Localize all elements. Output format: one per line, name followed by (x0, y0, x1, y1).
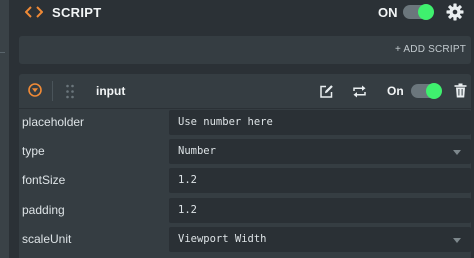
script-card: input On placeholder Use number here typ… (19, 74, 471, 258)
script-card-header: input On (19, 74, 471, 109)
script-panel-header: SCRIPT ON (9, 0, 474, 24)
script-toggle-label: On (387, 84, 404, 98)
field-value: 1.2 (178, 174, 197, 186)
collapse-icon[interactable] (28, 83, 42, 97)
add-script-bar: + ADD SCRIPT (19, 36, 471, 64)
header-separator (52, 81, 53, 101)
property-row-placeholder: placeholder Use number here (19, 108, 471, 137)
field-value: 1.2 (178, 204, 197, 216)
property-label: type (22, 144, 45, 158)
property-row-padding: padding 1.2 (19, 196, 471, 225)
property-row-scaleunit: scaleUnit Viewport Width (19, 225, 471, 254)
left-panel-divider (0, 52, 5, 53)
script-panel: SCRIPT ON + ADD SCRIPT input On placehol… (9, 0, 474, 258)
property-label: placeholder (22, 115, 85, 129)
edit-icon[interactable] (319, 84, 334, 99)
property-label: fontSize (22, 173, 66, 187)
property-label: padding (22, 203, 65, 217)
field-value: Use number here (178, 116, 273, 128)
trash-icon[interactable] (454, 83, 467, 98)
property-label: scaleUnit (22, 232, 72, 246)
panel-title: SCRIPT (52, 5, 102, 20)
gear-icon[interactable] (446, 3, 464, 21)
script-name: input (96, 84, 126, 98)
property-row-fontsize: fontSize 1.2 (19, 166, 471, 195)
scaleunit-select[interactable]: Viewport Width (169, 227, 471, 252)
swap-icon[interactable] (352, 84, 367, 99)
fontsize-input[interactable]: 1.2 (169, 168, 471, 193)
field-value: Number (178, 145, 216, 157)
type-select[interactable]: Number (169, 139, 471, 164)
drag-handle-icon[interactable] (65, 84, 75, 99)
left-panel-edge (0, 0, 9, 258)
property-row-type: type Number (19, 137, 471, 166)
script-enable-toggle[interactable] (411, 83, 442, 99)
placeholder-input[interactable]: Use number here (169, 110, 471, 135)
toggle-knob (418, 4, 434, 20)
toggle-knob (426, 83, 442, 99)
panel-toggle-label: ON (378, 5, 398, 20)
add-script-button[interactable]: + ADD SCRIPT (395, 44, 466, 55)
chevron-down-icon (453, 238, 461, 243)
padding-input[interactable]: 1.2 (169, 198, 471, 223)
panel-enable-toggle[interactable] (403, 4, 434, 20)
chevron-down-icon (453, 150, 461, 155)
code-brackets-icon (25, 6, 43, 18)
field-value: Viewport Width (178, 233, 267, 245)
